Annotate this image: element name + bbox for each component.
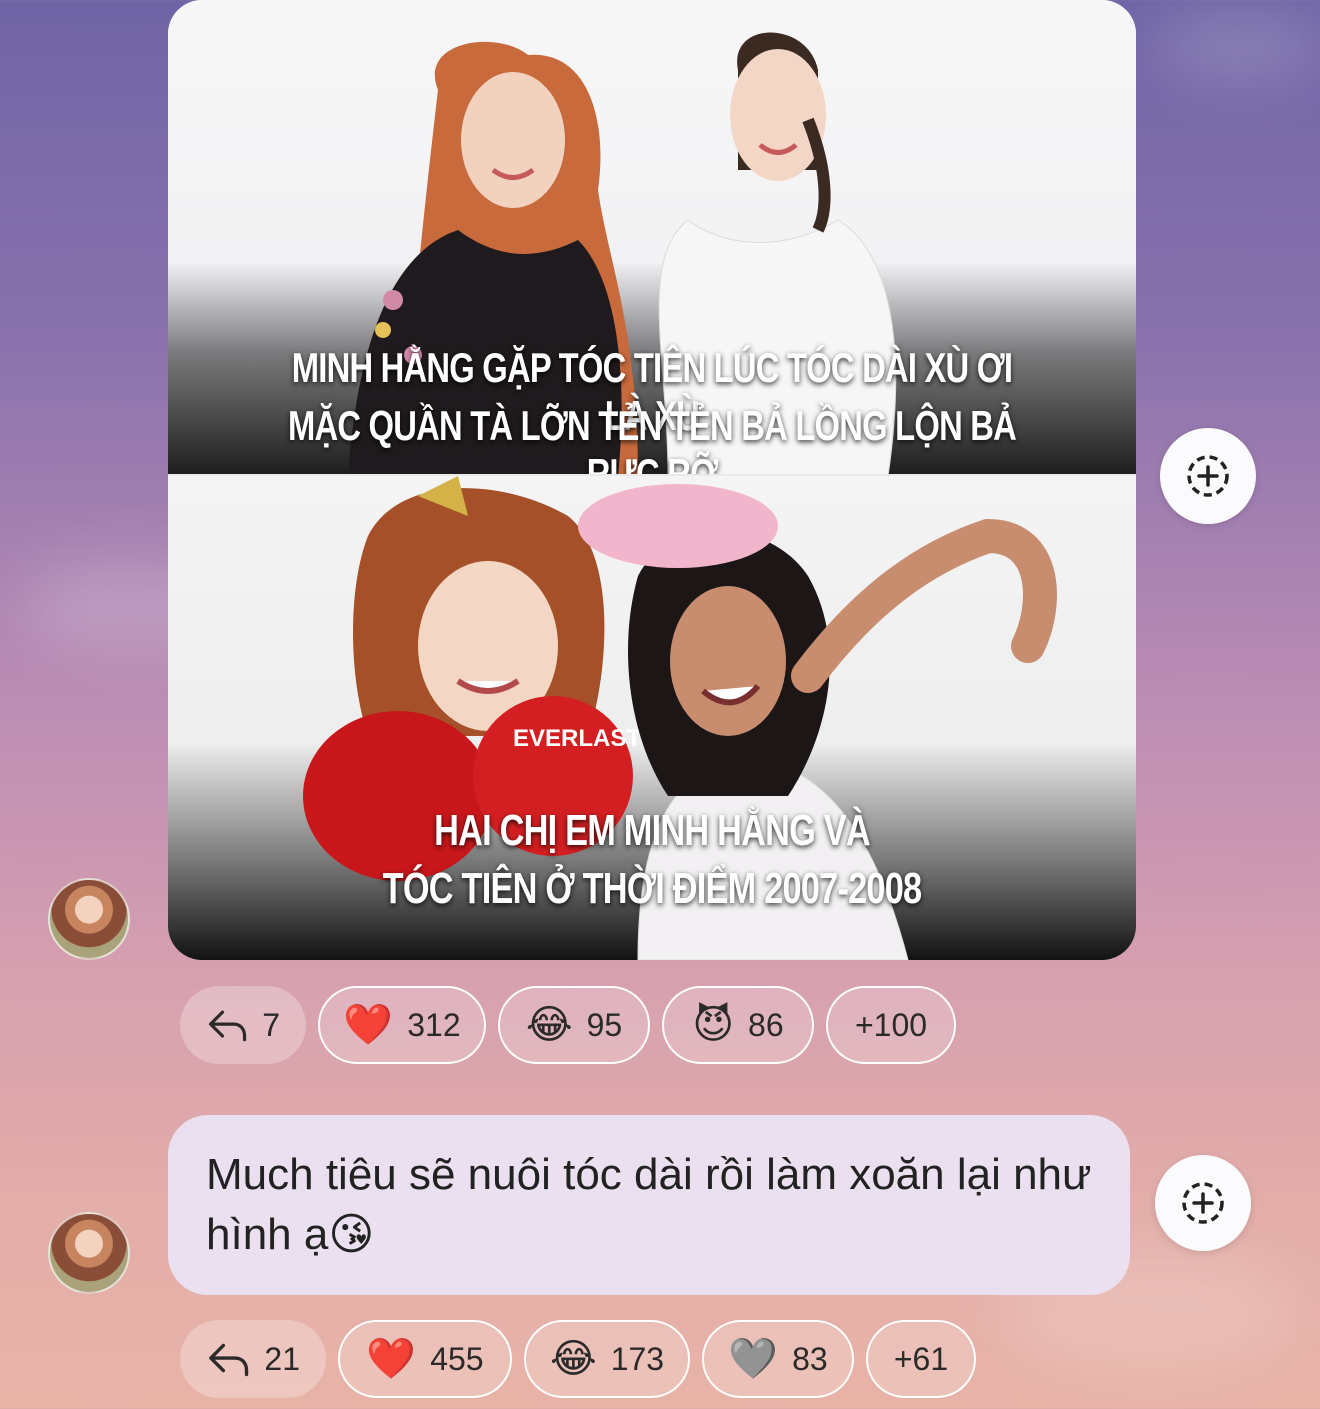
image-panel-throwback: EVERLAST HAI CHỊ EM MINH HẰNG VÀ TÓC TIÊ… [168,476,1136,960]
reactions-row: 7 ❤️ 312 😂 95 😈 86 +100 [180,986,956,1064]
grey-heart-icon: 🩶 [728,1336,779,1382]
glove-brand-text: EVERLAST [513,725,641,752]
reply-count: 21 [264,1340,300,1377]
caption-bottom-line1: HAI CHỊ EM MINH HẰNG VÀ [434,806,871,855]
reaction-count: 83 [792,1340,828,1377]
add-reaction-icon [1187,455,1229,497]
laugh-icon: 😂 [549,1336,597,1382]
image-panel-recent: MINH HẰNG GẶP TÓC TIÊN LÚC TÓC DÀI XÙ ƠI… [168,0,1136,497]
caption-bottom-line2: TÓC TIÊN Ở THỜI ĐIỂM 2007-2008 [382,864,922,913]
reaction-laugh[interactable]: 😂 173 [524,1320,690,1398]
reply-arrow-icon [209,1343,249,1377]
reaction-devil[interactable]: 😈 86 [662,986,814,1064]
reply-button[interactable]: 7 [180,986,306,1064]
add-reaction-button[interactable] [1155,1155,1251,1251]
reaction-laugh[interactable]: 😂 95 [498,986,650,1064]
reactions-row: 21 ❤️ 455 😂 173 🩶 83 +61 [180,1320,976,1398]
reaction-grey-heart[interactable]: 🩶 83 [702,1320,854,1398]
more-reactions-button[interactable]: +61 [866,1320,976,1398]
more-reactions-count: +100 [854,1006,928,1043]
reply-count: 7 [262,1006,280,1043]
reply-button[interactable]: 21 [180,1320,326,1398]
avatar[interactable] [48,878,130,960]
reaction-heart[interactable]: ❤️ 455 [338,1320,512,1398]
reaction-heart[interactable]: ❤️ 312 [318,986,486,1064]
reaction-count: 86 [748,1006,784,1043]
heart-icon: ❤️ [343,1002,394,1048]
more-reactions-count: +61 [893,1340,949,1377]
reaction-count: 95 [586,1006,623,1043]
reaction-count: 173 [610,1340,665,1377]
reaction-count: 312 [407,1006,461,1043]
devil-icon: 😈 [692,1002,735,1048]
add-reaction-button[interactable] [1160,428,1256,524]
reply-arrow-icon [208,1010,247,1042]
message-text: Much tiêu sẽ nuôi tóc dài rồi làm xoăn l… [206,1150,1092,1259]
reaction-count: 455 [430,1340,484,1377]
avatar[interactable] [48,1212,130,1294]
more-reactions-button[interactable]: +100 [826,986,956,1064]
add-reaction-icon [1182,1182,1224,1224]
laugh-icon: 😂 [525,1002,573,1048]
heart-icon: ❤️ [366,1336,417,1382]
post-image[interactable]: MINH HẰNG GẶP TÓC TIÊN LÚC TÓC DÀI XÙ ƠI… [168,0,1136,960]
message-bubble[interactable]: Much tiêu sẽ nuôi tóc dài rồi làm xoăn l… [168,1115,1130,1295]
